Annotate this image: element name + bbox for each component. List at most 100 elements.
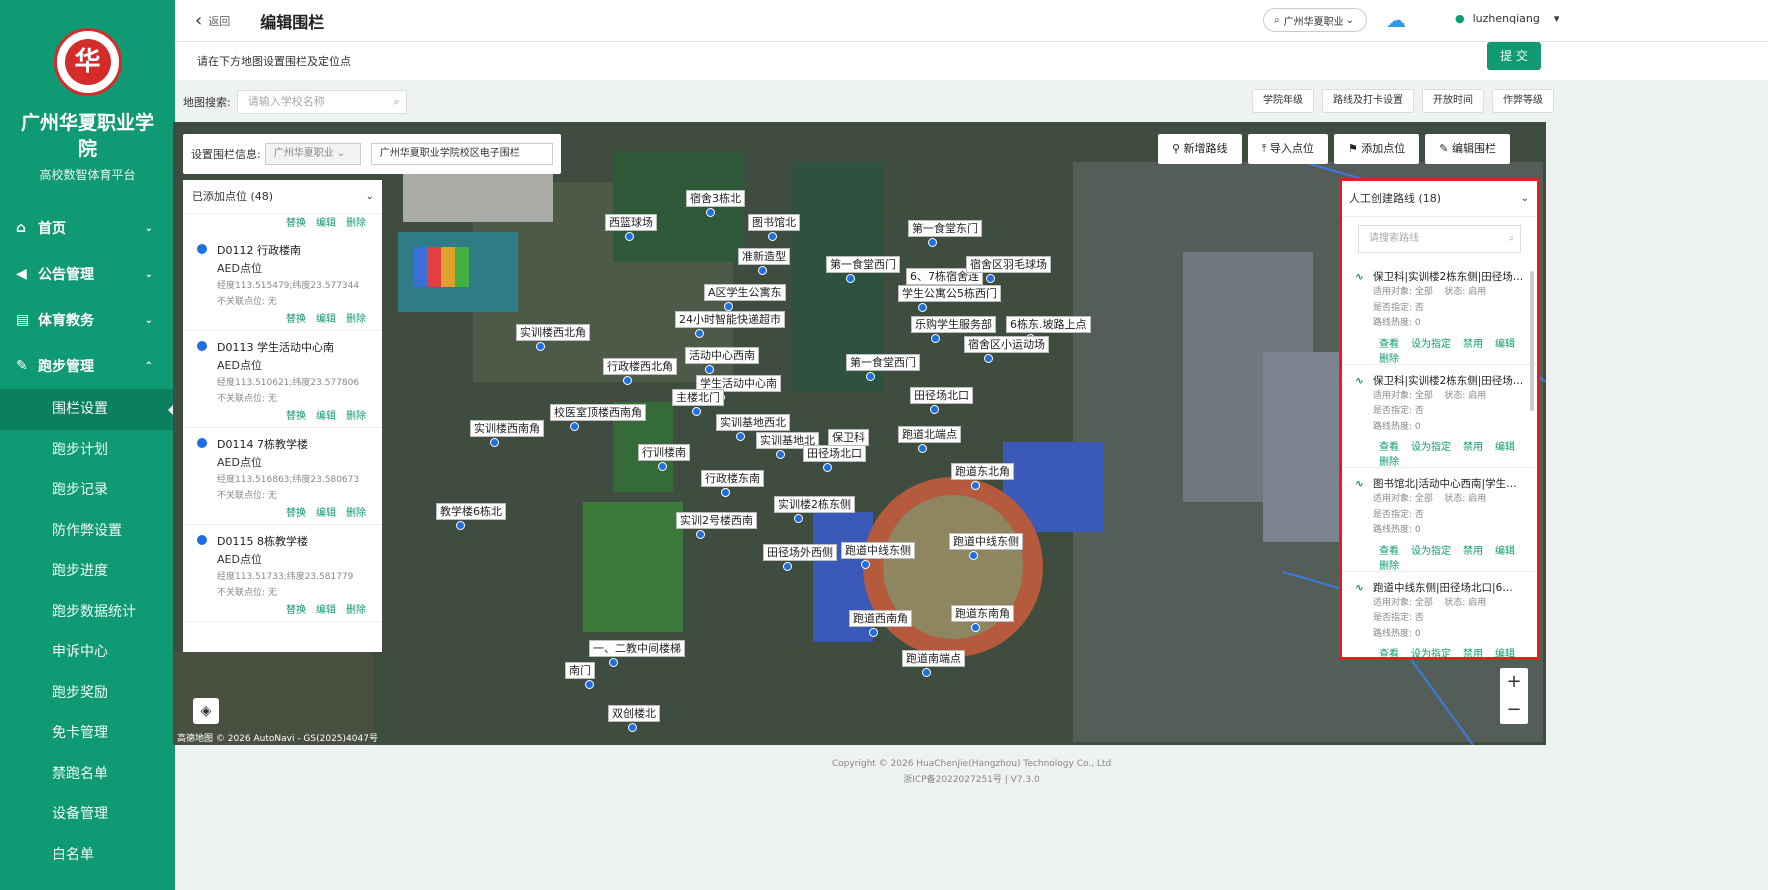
menu-sports-affairs[interactable]: ▤ 体育教务 ⌄ xyxy=(0,297,175,343)
routes-scrollbar[interactable] xyxy=(1530,271,1534,411)
map-point-label[interactable]: 校医室顶楼西南角 xyxy=(550,404,646,421)
edit-link[interactable]: 编辑 xyxy=(316,411,336,422)
map-search-input[interactable]: 请输入学校名称 ⌕ xyxy=(236,90,407,114)
map-point-label[interactable]: 行政楼东南 xyxy=(701,470,764,487)
set-fixed-link[interactable]: 设为指定 xyxy=(1411,339,1451,350)
map-pin-icon[interactable] xyxy=(490,438,499,447)
map-pin-icon[interactable] xyxy=(918,444,927,453)
add-route-button[interactable]: ⚲ 新增路线 xyxy=(1158,134,1242,164)
map-point-label[interactable]: 跑道东南角 xyxy=(951,605,1014,622)
map-point-label[interactable]: A区学生公寓东 xyxy=(704,284,786,301)
map-pin-icon[interactable] xyxy=(971,481,980,490)
map-pin-icon[interactable] xyxy=(931,334,940,343)
map-pin-icon[interactable] xyxy=(758,266,767,275)
delete-link[interactable]: 删除 xyxy=(1379,457,1399,468)
map-point-label[interactable]: 宿舍区羽毛球场 xyxy=(966,256,1051,273)
map-pin-icon[interactable] xyxy=(986,274,995,283)
map-pin-icon[interactable] xyxy=(969,551,978,560)
points-panel-header[interactable]: 已添加点位 (48) ⌄ xyxy=(183,180,382,214)
zoom-out-button[interactable]: − xyxy=(1500,696,1528,724)
submenu-progress[interactable]: 跑步进度 xyxy=(0,551,175,592)
replace-link[interactable]: 替换 xyxy=(286,411,306,422)
delete-link[interactable]: 删除 xyxy=(346,508,366,519)
map-point-label[interactable]: 主楼北门 xyxy=(672,389,724,406)
map-point-label[interactable]: 乐购学生服务部 xyxy=(911,316,996,333)
map-point-label[interactable]: 田径场北口 xyxy=(910,387,973,404)
map-pin-icon[interactable] xyxy=(696,530,705,539)
map-pin-icon[interactable] xyxy=(971,623,980,632)
delete-link[interactable]: 删除 xyxy=(1379,354,1399,365)
route-search-input[interactable]: 请搜索路线 ⌕ xyxy=(1358,225,1521,253)
edit-link[interactable]: 编辑 xyxy=(316,314,336,325)
map-point-label[interactable]: 田径场北口 xyxy=(803,445,866,462)
map-pin-icon[interactable] xyxy=(918,303,927,312)
disable-link[interactable]: 禁用 xyxy=(1463,649,1483,657)
submenu-rewards[interactable]: 跑步奖励 xyxy=(0,673,175,714)
delete-link[interactable]: 删除 xyxy=(346,605,366,616)
map-point-label[interactable]: 宿舍3栋北 xyxy=(686,190,745,207)
submenu-fence-settings[interactable]: 围栏设置 xyxy=(0,389,175,430)
route-item[interactable]: 图书馆北|活动中心西南|学生… 适用对象: 全部 状态: 启用是否指定: 否路线热… xyxy=(1342,468,1537,572)
menu-running[interactable]: ✎ 跑步管理 ⌃ xyxy=(0,343,175,389)
map-pin-icon[interactable] xyxy=(846,274,855,283)
submenu-whitelist[interactable]: 白名单 xyxy=(0,835,175,876)
view-link[interactable]: 查看 xyxy=(1379,339,1399,350)
replace-link[interactable]: 替换 xyxy=(286,218,306,229)
route-item[interactable]: 保卫科|实训楼2栋东侧|田径场…适用对象: 全部 状态: 启用是否指定: 否路线… xyxy=(1342,365,1537,468)
submenu-running-plan[interactable]: 跑步计划 xyxy=(0,430,175,471)
map-point-label[interactable]: 行训楼南 xyxy=(638,444,690,461)
map-point-label[interactable]: 跑道中线东侧 xyxy=(949,533,1023,550)
submenu-appeals[interactable]: 申诉中心 xyxy=(0,632,175,673)
edit-link[interactable]: 编辑 xyxy=(1495,339,1515,350)
map-pin-icon[interactable] xyxy=(695,329,704,338)
point-item[interactable]: D0115 8栋教学楼 AED点位 经度113.51733;纬度23.581779 不… xyxy=(183,525,382,622)
map-pin-icon[interactable] xyxy=(658,462,667,471)
map-point-label[interactable]: 第一食堂西门 xyxy=(826,256,900,273)
fence-school-select[interactable]: 广州华夏职业 ⌄ xyxy=(264,143,361,165)
set-fixed-link[interactable]: 设为指定 xyxy=(1411,442,1451,453)
replace-link[interactable]: 替换 xyxy=(286,314,306,325)
map-pin-icon[interactable] xyxy=(585,680,594,689)
add-point-button[interactable]: ⚑ 添加点位 xyxy=(1333,134,1420,164)
map-pin-icon[interactable] xyxy=(536,342,545,351)
map-point-label[interactable]: 双创楼北 xyxy=(608,705,660,722)
map-pin-icon[interactable] xyxy=(866,372,875,381)
map-point-label[interactable]: 活动中心西南 xyxy=(685,347,759,364)
layers-icon[interactable]: ◈ xyxy=(193,698,219,724)
point-item[interactable]: D0112 行政楼南 AED点位 经度113.515479;纬度23.577344 不… xyxy=(183,234,382,331)
delete-link[interactable]: 删除 xyxy=(346,314,366,325)
cloud-download-icon[interactable]: ☁ xyxy=(1386,8,1406,32)
map-pin-icon[interactable] xyxy=(794,514,803,523)
map-point-label[interactable]: 保卫科 xyxy=(828,429,869,446)
route-checkin-button[interactable]: 路线及打卡设置 xyxy=(1322,89,1414,113)
user-menu[interactable]: ● luzhenqiang ▾ xyxy=(1455,12,1559,25)
map-pin-icon[interactable] xyxy=(984,354,993,363)
disable-link[interactable]: 禁用 xyxy=(1463,339,1483,350)
edit-link[interactable]: 编辑 xyxy=(316,605,336,616)
map-pin-icon[interactable] xyxy=(768,232,777,241)
point-item[interactable]: D0114 7栋教学楼 AED点位 经度113.516863;纬度23.580673… xyxy=(183,428,382,525)
satellite-map[interactable]: 宿舍3栋北 图书馆北 西篮球场 第一食堂东门 准新造型 第一食堂西门 6、7栋宿舍连 宿舍区羽… xyxy=(173,122,1546,745)
map-pin-icon[interactable] xyxy=(869,628,878,637)
replace-link[interactable]: 替换 xyxy=(286,605,306,616)
map-point-label[interactable]: 南门 xyxy=(565,662,595,679)
map-pin-icon[interactable] xyxy=(922,668,931,677)
map-point-label[interactable]: 6栋东.坡路上点 xyxy=(1006,316,1091,333)
map-pin-icon[interactable] xyxy=(930,405,939,414)
route-item[interactable]: 保卫科|实训楼2栋东侧|田径场…适用对象: 全部 状态: 启用是否指定: 否路线… xyxy=(1342,261,1537,365)
map-pin-icon[interactable] xyxy=(623,376,632,385)
routes-panel-header[interactable]: 人工创建路线 (18) ⌄ xyxy=(1342,181,1537,217)
map-pin-icon[interactable] xyxy=(705,365,714,374)
map-pin-icon[interactable] xyxy=(736,432,745,441)
replace-link[interactable]: 替换 xyxy=(286,508,306,519)
map-point-label[interactable]: 西篮球场 xyxy=(605,214,657,231)
delete-link[interactable]: 删除 xyxy=(346,411,366,422)
map-point-label[interactable]: 跑道西南角 xyxy=(849,610,912,627)
map-pin-icon[interactable] xyxy=(724,302,733,311)
map-point-label[interactable]: 跑道中线东侧 xyxy=(841,542,915,559)
map-point-label[interactable]: 第一食堂东门 xyxy=(908,220,982,237)
map-point-label[interactable]: 第一食堂西门 xyxy=(846,354,920,371)
back-button[interactable]: ‹ 返回 xyxy=(195,10,230,31)
menu-home[interactable]: ⌂ 首页 ⌄ xyxy=(0,205,175,251)
map-point-label[interactable]: 跑道北端点 xyxy=(898,426,961,443)
